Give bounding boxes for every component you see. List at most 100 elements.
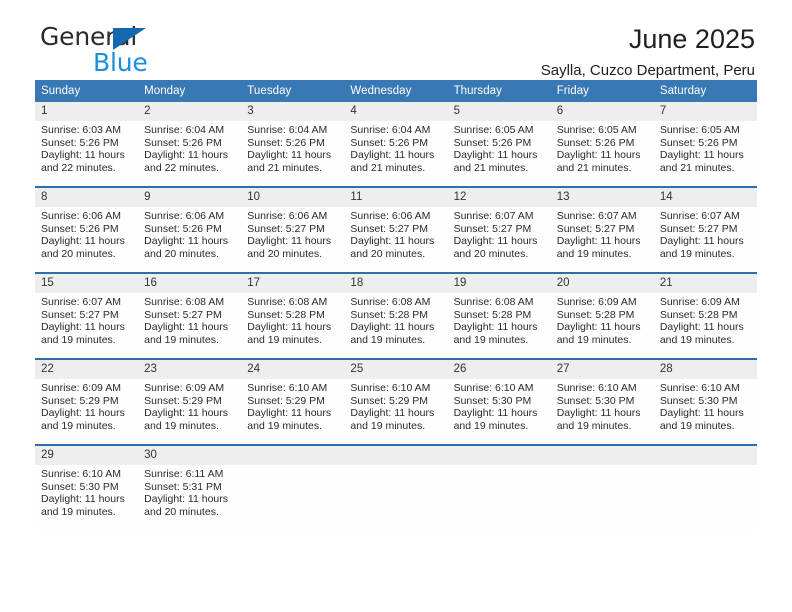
calendar-day-cell[interactable]: 25 Sunrise: 6:10 AM Sunset: 5:29 PM Dayl…: [344, 358, 448, 445]
sunrise-text: Sunrise: 6:04 AM: [350, 124, 431, 136]
sunrise-text: Sunrise: 6:09 AM: [556, 296, 637, 308]
daylight-text: Daylight: 11 hours and 21 minutes.: [247, 149, 332, 174]
day-details: Sunrise: 6:08 AM Sunset: 5:27 PM Dayligh…: [138, 293, 241, 346]
daylight-text: Daylight: 11 hours and 20 minutes.: [41, 235, 125, 260]
sunrise-text: Sunrise: 6:04 AM: [247, 124, 328, 136]
daylight-text: Daylight: 11 hours and 21 minutes.: [453, 149, 538, 174]
weekday-header-tuesday: Tuesday: [241, 80, 345, 102]
sunrise-text: Sunrise: 6:06 AM: [247, 210, 328, 222]
calendar-week-row: 15 Sunrise: 6:07 AM Sunset: 5:27 PM Dayl…: [35, 272, 757, 359]
day-number: 13: [550, 188, 654, 207]
sunset-text: Sunset: 5:29 PM: [41, 394, 119, 407]
calendar-day-cell[interactable]: 22 Sunrise: 6:09 AM Sunset: 5:29 PM Dayl…: [35, 358, 139, 445]
calendar-day-cell[interactable]: 27 Sunrise: 6:10 AM Sunset: 5:30 PM Dayl…: [550, 358, 654, 445]
logo-text-blue: Blue: [93, 48, 148, 77]
weekday-header-thursday: Thursday: [447, 80, 551, 102]
calendar-day-cell[interactable]: 13 Sunrise: 6:07 AM Sunset: 5:27 PM Dayl…: [550, 186, 654, 273]
calendar-week-row: 29 Sunrise: 6:10 AM Sunset: 5:30 PM Dayl…: [35, 444, 757, 530]
sunset-text: Sunset: 5:27 PM: [659, 222, 738, 235]
sunset-text: Sunset: 5:26 PM: [556, 136, 635, 149]
calendar-header-row: Sunday Monday Tuesday Wednesday Thursday…: [35, 80, 757, 102]
calendar-day-cell[interactable]: 5 Sunrise: 6:05 AM Sunset: 5:26 PM Dayli…: [447, 102, 551, 187]
day-number: [344, 446, 448, 465]
day-number: 22: [35, 360, 139, 379]
sunset-text: Sunset: 5:30 PM: [41, 480, 119, 493]
calendar-day-cell[interactable]: 1 Sunrise: 6:03 AM Sunset: 5:26 PM Dayli…: [35, 102, 139, 187]
day-details: Sunrise: 6:04 AM Sunset: 5:26 PM Dayligh…: [138, 121, 241, 174]
daylight-text: Daylight: 11 hours and 21 minutes.: [659, 149, 744, 174]
calendar-day-cell[interactable]: 19 Sunrise: 6:08 AM Sunset: 5:28 PM Dayl…: [447, 272, 551, 359]
calendar-day-cell[interactable]: 16 Sunrise: 6:08 AM Sunset: 5:27 PM Dayl…: [138, 272, 242, 359]
calendar-day-cell[interactable]: 18 Sunrise: 6:08 AM Sunset: 5:28 PM Dayl…: [344, 272, 448, 359]
calendar-day-cell[interactable]: 12 Sunrise: 6:07 AM Sunset: 5:27 PM Dayl…: [447, 186, 551, 273]
sunrise-text: Sunrise: 6:06 AM: [350, 210, 431, 222]
daylight-text: Daylight: 11 hours and 19 minutes.: [247, 407, 332, 432]
daylight-text: Daylight: 11 hours and 19 minutes.: [659, 407, 744, 432]
sunrise-text: Sunrise: 6:10 AM: [556, 382, 637, 394]
day-details: Sunrise: 6:10 AM Sunset: 5:30 PM Dayligh…: [35, 465, 138, 518]
weekday-header-friday: Friday: [550, 80, 654, 102]
generalblue-logo: General Blue: [40, 24, 210, 76]
calendar-day-cell[interactable]: 15 Sunrise: 6:07 AM Sunset: 5:27 PM Dayl…: [35, 272, 139, 359]
calendar-day-cell[interactable]: 9 Sunrise: 6:06 AM Sunset: 5:26 PM Dayli…: [138, 186, 242, 273]
calendar-day-cell[interactable]: 6 Sunrise: 6:05 AM Sunset: 5:26 PM Dayli…: [550, 102, 654, 187]
calendar-day-cell[interactable]: 3 Sunrise: 6:04 AM Sunset: 5:26 PM Dayli…: [241, 102, 345, 187]
sunset-text: Sunset: 5:30 PM: [659, 394, 738, 407]
calendar-day-cell[interactable]: 17 Sunrise: 6:08 AM Sunset: 5:28 PM Dayl…: [241, 272, 345, 359]
sunset-text: Sunset: 5:27 PM: [350, 222, 429, 235]
sunset-text: Sunset: 5:28 PM: [556, 308, 635, 321]
calendar-day-cell[interactable]: 30 Sunrise: 6:11 AM Sunset: 5:31 PM Dayl…: [138, 444, 242, 530]
sunset-text: Sunset: 5:26 PM: [41, 136, 119, 149]
day-details: Sunrise: 6:08 AM Sunset: 5:28 PM Dayligh…: [241, 293, 344, 346]
calendar-day-cell-empty: [653, 444, 757, 530]
sunrise-text: Sunrise: 6:11 AM: [144, 468, 224, 480]
calendar-day-cell[interactable]: 20 Sunrise: 6:09 AM Sunset: 5:28 PM Dayl…: [550, 272, 654, 359]
calendar-wrap: Sunday Monday Tuesday Wednesday Thursday…: [35, 80, 757, 530]
day-details: Sunrise: 6:04 AM Sunset: 5:26 PM Dayligh…: [344, 121, 447, 174]
day-number: 20: [550, 274, 654, 293]
calendar-day-cell[interactable]: 29 Sunrise: 6:10 AM Sunset: 5:30 PM Dayl…: [35, 444, 139, 530]
day-number: 23: [138, 360, 242, 379]
day-number: 7: [653, 102, 757, 121]
sunset-text: Sunset: 5:26 PM: [659, 136, 738, 149]
calendar-day-cell[interactable]: 11 Sunrise: 6:06 AM Sunset: 5:27 PM Dayl…: [344, 186, 448, 273]
day-details: Sunrise: 6:10 AM Sunset: 5:30 PM Dayligh…: [448, 379, 551, 432]
calendar-day-cell[interactable]: 4 Sunrise: 6:04 AM Sunset: 5:26 PM Dayli…: [344, 102, 448, 187]
day-number: 8: [35, 188, 139, 207]
calendar-table: Sunday Monday Tuesday Wednesday Thursday…: [35, 80, 757, 530]
day-number: 12: [447, 188, 551, 207]
day-number: 16: [138, 274, 242, 293]
day-details: Sunrise: 6:10 AM Sunset: 5:30 PM Dayligh…: [551, 379, 654, 432]
day-number: 19: [447, 274, 551, 293]
calendar-day-cell[interactable]: 23 Sunrise: 6:09 AM Sunset: 5:29 PM Dayl…: [138, 358, 242, 445]
sunset-text: Sunset: 5:30 PM: [556, 394, 635, 407]
sunrise-text: Sunrise: 6:05 AM: [453, 124, 534, 136]
weekday-header-sunday: Sunday: [35, 80, 139, 102]
calendar-day-cell[interactable]: 28 Sunrise: 6:10 AM Sunset: 5:30 PM Dayl…: [653, 358, 757, 445]
calendar-day-cell-empty: [241, 444, 345, 530]
calendar-day-cell[interactable]: 2 Sunrise: 6:04 AM Sunset: 5:26 PM Dayli…: [138, 102, 242, 187]
logo-triangle-icon: [113, 28, 146, 50]
sunrise-text: Sunrise: 6:10 AM: [247, 382, 328, 394]
calendar-week-row: 22 Sunrise: 6:09 AM Sunset: 5:29 PM Dayl…: [35, 358, 757, 445]
calendar-day-cell[interactable]: 14 Sunrise: 6:07 AM Sunset: 5:27 PM Dayl…: [653, 186, 757, 273]
calendar-day-cell[interactable]: 10 Sunrise: 6:06 AM Sunset: 5:27 PM Dayl…: [241, 186, 345, 273]
daylight-text: Daylight: 11 hours and 19 minutes.: [144, 321, 228, 346]
day-number: 4: [344, 102, 448, 121]
sunrise-text: Sunrise: 6:10 AM: [350, 382, 431, 394]
calendar-day-cell[interactable]: 21 Sunrise: 6:09 AM Sunset: 5:28 PM Dayl…: [653, 272, 757, 359]
day-number: 18: [344, 274, 448, 293]
calendar-day-cell[interactable]: 24 Sunrise: 6:10 AM Sunset: 5:29 PM Dayl…: [241, 358, 345, 445]
sunrise-text: Sunrise: 6:05 AM: [556, 124, 637, 136]
calendar-day-cell[interactable]: 8 Sunrise: 6:06 AM Sunset: 5:26 PM Dayli…: [35, 186, 139, 273]
day-details: Sunrise: 6:06 AM Sunset: 5:26 PM Dayligh…: [138, 207, 241, 260]
daylight-text: Daylight: 11 hours and 19 minutes.: [350, 321, 435, 346]
day-number: [653, 446, 757, 465]
day-details: Sunrise: 6:10 AM Sunset: 5:29 PM Dayligh…: [241, 379, 344, 432]
calendar-day-cell[interactable]: 7 Sunrise: 6:05 AM Sunset: 5:26 PM Dayli…: [653, 102, 757, 187]
calendar-week-row: 8 Sunrise: 6:06 AM Sunset: 5:26 PM Dayli…: [35, 186, 757, 273]
day-details: Sunrise: 6:08 AM Sunset: 5:28 PM Dayligh…: [344, 293, 447, 346]
calendar-day-cell[interactable]: 26 Sunrise: 6:10 AM Sunset: 5:30 PM Dayl…: [447, 358, 551, 445]
calendar-day-cell-empty: [550, 444, 654, 530]
sunrise-text: Sunrise: 6:10 AM: [41, 468, 121, 480]
